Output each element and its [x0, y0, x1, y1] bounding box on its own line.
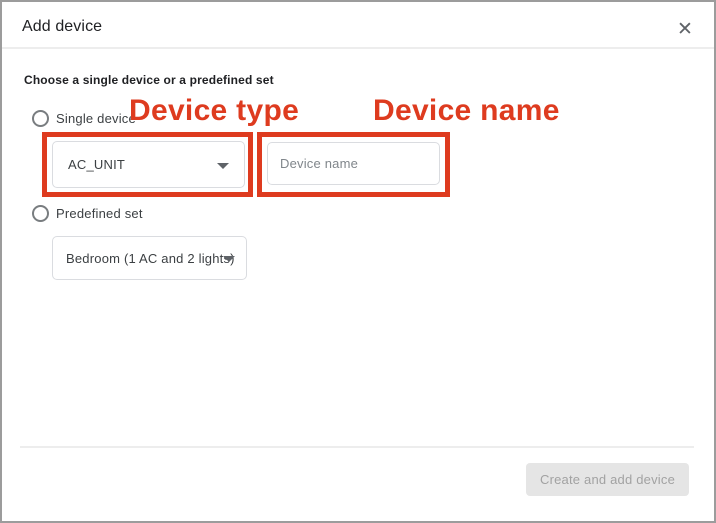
predefined-set-selected-value: Bedroom (1 AC and 2 lights): [66, 251, 235, 266]
predefined-set-radio-icon[interactable]: [32, 205, 49, 222]
annotation-device-name-label: Device name: [373, 94, 560, 128]
dropdown-caret-icon: [223, 256, 235, 262]
footer-divider: [20, 446, 694, 448]
create-and-add-device-button[interactable]: Create and add device: [526, 463, 689, 496]
dialog-title: Add device: [22, 18, 102, 36]
section-label: Choose a single device or a predefined s…: [24, 73, 274, 87]
annotation-device-type-label: Device type: [129, 94, 299, 128]
header-divider: [2, 47, 714, 49]
single-device-radio-label[interactable]: Single device: [56, 111, 136, 126]
add-device-dialog: Add device ✕ Choose a single device or a…: [0, 0, 716, 523]
device-type-selected-value: AC_UNIT: [68, 157, 125, 172]
device-name-input[interactable]: [267, 142, 440, 185]
dropdown-caret-icon: [217, 163, 229, 169]
device-type-select[interactable]: AC_UNIT: [52, 141, 245, 188]
predefined-set-radio-label[interactable]: Predefined set: [56, 206, 143, 221]
single-device-radio-icon[interactable]: [32, 110, 49, 127]
single-device-radio-row[interactable]: Single device: [32, 110, 136, 127]
close-icon[interactable]: ✕: [670, 14, 700, 44]
predefined-set-radio-row[interactable]: Predefined set: [32, 205, 143, 222]
predefined-set-select[interactable]: Bedroom (1 AC and 2 lights): [52, 236, 247, 280]
